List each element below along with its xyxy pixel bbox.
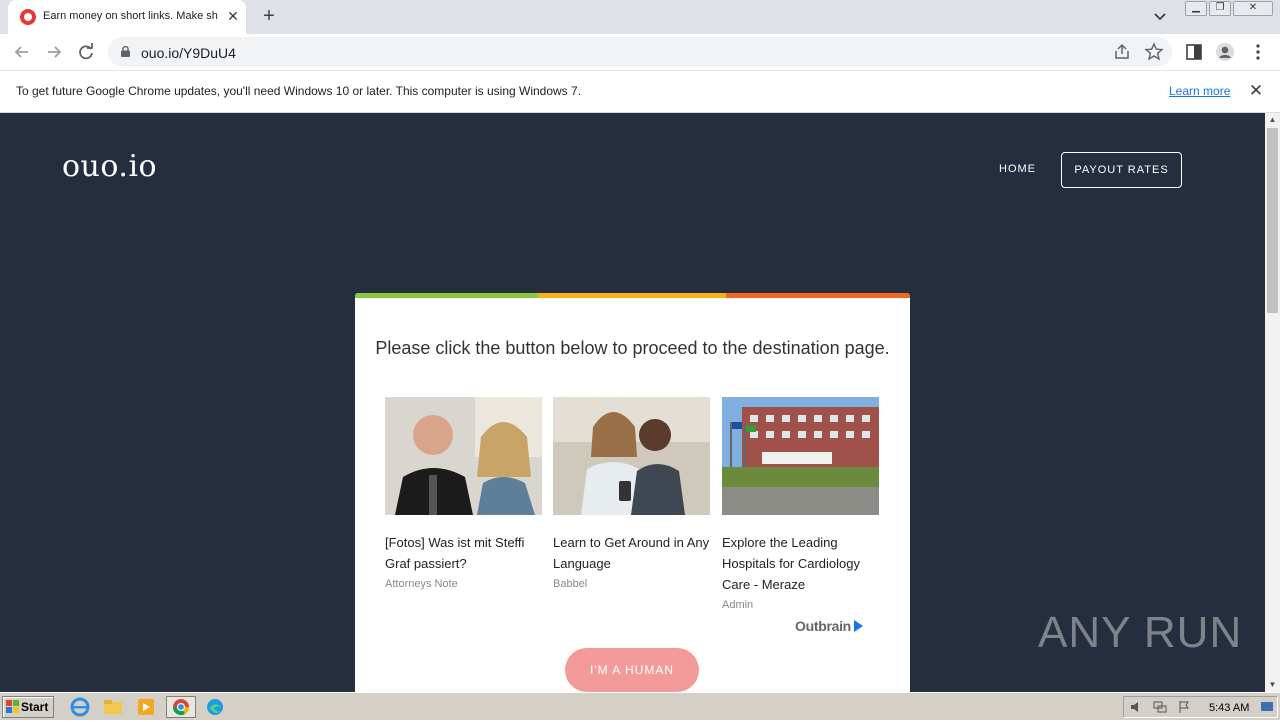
outbrain-logo[interactable]: Outbrain <box>795 618 863 634</box>
outbrain-triangle-icon <box>853 620 863 632</box>
page-scrollbar[interactable]: ▲ ▼ <box>1265 113 1280 692</box>
ad-source: Babbel <box>553 578 588 590</box>
window-close-button[interactable]: ✕ <box>1233 1 1273 16</box>
bookmark-star-icon[interactable] <box>1144 42 1164 62</box>
start-label: Start <box>21 700 49 714</box>
edge-icon[interactable] <box>202 696 228 718</box>
taskbar-clock[interactable]: 5:43 AM <box>1209 702 1249 714</box>
address-bar[interactable]: ouo.io/Y9DuU4 <box>108 37 1172 67</box>
anyrun-watermark: ANY RUN <box>1038 608 1243 657</box>
scroll-thumb[interactable] <box>1267 128 1278 313</box>
tab-strip: Earn money on short links. Make sho ✕ + … <box>0 0 1280 34</box>
minimize-button[interactable]: ▁ <box>1185 1 1207 16</box>
scroll-down-arrow-icon[interactable]: ▼ <box>1265 678 1280 692</box>
menu-kebab-icon[interactable] <box>1248 42 1268 62</box>
windows-taskbar: Start 5:43 AM <box>0 692 1280 720</box>
new-tab-button[interactable]: + <box>258 6 280 28</box>
profile-avatar-icon[interactable] <box>1215 42 1235 62</box>
restore-button[interactable]: ❐ <box>1209 1 1231 16</box>
infobar-message: To get future Google Chrome updates, you… <box>16 84 582 98</box>
tab-title: Earn money on short links. Make sho <box>43 10 218 22</box>
page-content: ouo.io HOME PAYOUT RATES Please click th… <box>0 113 1265 692</box>
browser-tab[interactable]: Earn money on short links. Make sho ✕ <box>8 0 246 34</box>
ad-card[interactable]: [Fotos] Was ist mit Steffi Graf passiert… <box>385 397 542 590</box>
learn-more-link[interactable]: Learn more <box>1169 84 1230 98</box>
share-icon[interactable] <box>1112 42 1132 62</box>
card-heading: Please click the button below to proceed… <box>375 338 890 358</box>
im-a-human-button[interactable]: I'M A HUMAN <box>565 648 699 692</box>
nav-home-link[interactable]: HOME <box>999 163 1036 175</box>
outbrain-label: Outbrain <box>795 618 851 634</box>
ad-image-students <box>553 397 710 515</box>
start-button[interactable]: Start <box>2 696 54 718</box>
ad-title[interactable]: Learn to Get Around in Any Language <box>553 532 710 574</box>
back-arrow-icon[interactable] <box>11 41 33 63</box>
site-favicon-icon <box>20 9 36 25</box>
captcha-card: Please click the button below to proceed… <box>355 293 910 692</box>
chrome-icon <box>172 699 190 716</box>
volume-icon[interactable] <box>1129 700 1143 714</box>
action-center-flag-icon[interactable] <box>1177 700 1191 714</box>
stripe-orange <box>726 293 910 298</box>
payout-rates-button[interactable]: PAYOUT RATES <box>1061 152 1182 188</box>
update-infobar: To get future Google Chrome updates, you… <box>0 71 1280 113</box>
infobar-close-icon[interactable]: ✕ <box>1247 81 1265 101</box>
side-panel-icon[interactable] <box>1184 42 1204 62</box>
network-icon[interactable] <box>1153 700 1167 714</box>
windows-flag-icon <box>6 700 19 713</box>
tab-close-icon[interactable]: ✕ <box>225 7 241 25</box>
show-desktop-icon[interactable] <box>1260 700 1274 714</box>
internet-explorer-icon[interactable] <box>67 696 93 718</box>
tab-search-chevron-icon[interactable] <box>1150 8 1170 26</box>
scroll-up-arrow-icon[interactable]: ▲ <box>1265 113 1280 127</box>
url-text: ouo.io/Y9DuU4 <box>141 45 236 61</box>
browser-toolbar: ouo.io/Y9DuU4 <box>0 34 1280 71</box>
lock-icon <box>121 46 130 57</box>
stripe-green <box>355 293 538 298</box>
ad-source: Admin <box>722 599 754 611</box>
ad-image-couple <box>385 397 542 515</box>
ad-source: Attorneys Note <box>385 578 458 590</box>
ad-title[interactable]: Explore the Leading Hospitals for Cardio… <box>722 532 879 595</box>
chrome-taskbar-button[interactable] <box>166 696 196 718</box>
stripe-yellow <box>538 293 726 298</box>
reload-icon[interactable] <box>75 41 97 63</box>
media-player-icon[interactable] <box>133 696 159 718</box>
ad-card[interactable]: Learn to Get Around in Any Language Babb… <box>553 397 710 590</box>
system-tray <box>1123 696 1278 718</box>
ad-image-hospital <box>722 397 879 515</box>
ad-card[interactable]: Explore the Leading Hospitals for Cardio… <box>722 397 879 611</box>
ad-title[interactable]: [Fotos] Was ist mit Steffi Graf passiert… <box>385 532 542 574</box>
site-logo[interactable]: ouo.io <box>62 149 157 184</box>
forward-arrow-icon[interactable] <box>43 41 65 63</box>
file-explorer-icon[interactable] <box>100 696 126 718</box>
